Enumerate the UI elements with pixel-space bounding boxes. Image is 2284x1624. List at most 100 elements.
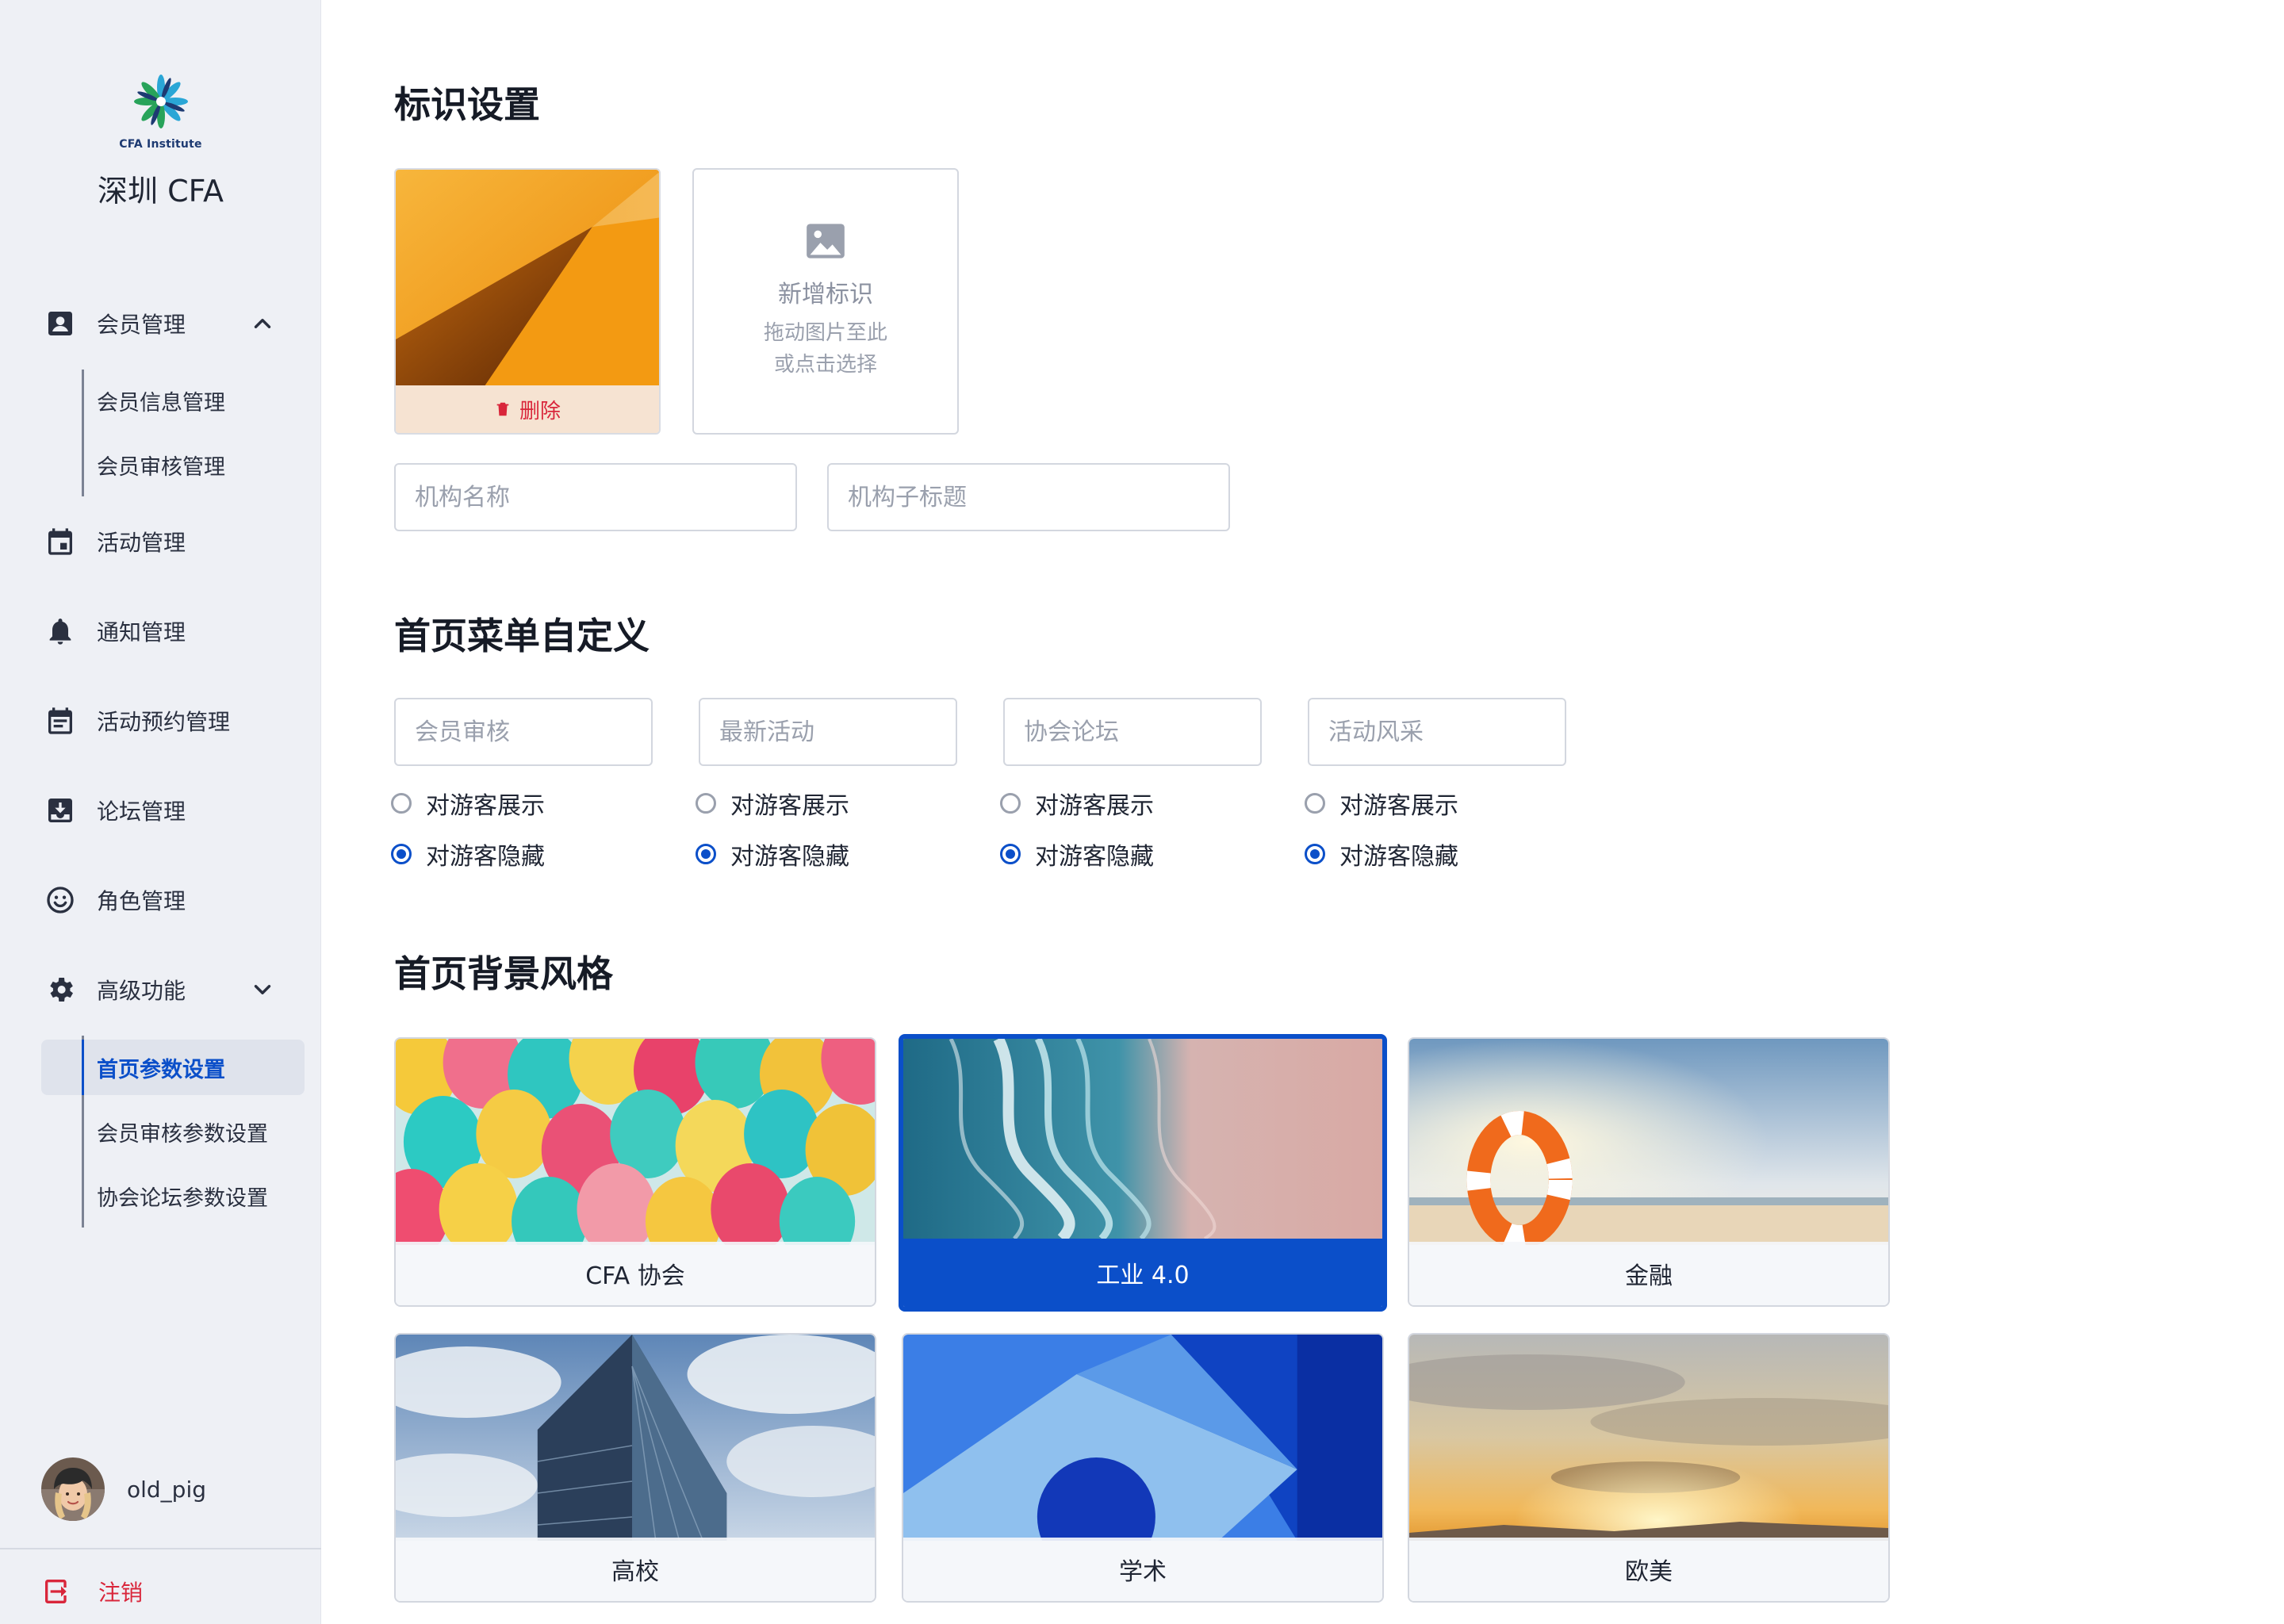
bg-style-card[interactable]: 学术 bbox=[902, 1333, 1384, 1603]
active-indicator bbox=[82, 1040, 84, 1095]
logout-button[interactable]: 注销 bbox=[41, 1572, 143, 1611]
geometric-blue-image bbox=[903, 1335, 1382, 1541]
delete-label: 删除 bbox=[519, 399, 561, 423]
sidebar: CFA Institute 深圳 CFA 会员管理 会员信息管理 会员审核管理 … bbox=[0, 0, 321, 1624]
bg-style-card[interactable]: CFA 协会 bbox=[394, 1037, 876, 1307]
radio-show-to-guests[interactable]: 对游客展示 bbox=[696, 786, 849, 821]
radio-label: 对游客隐藏 bbox=[1035, 843, 1154, 871]
calendar-icon bbox=[48, 528, 72, 555]
chevron-up-icon[interactable] bbox=[249, 310, 276, 337]
nav-label: 高级功能 bbox=[97, 978, 186, 1004]
menu-name-input[interactable] bbox=[1003, 698, 1262, 766]
smiley-icon bbox=[47, 887, 74, 914]
sidebar-item-homepage-settings[interactable]: 首页参数设置 bbox=[41, 1040, 305, 1095]
sub-label: 协会论坛参数设置 bbox=[97, 1185, 268, 1211]
logout-label: 注销 bbox=[98, 1580, 144, 1606]
sidebar-item-forum-settings[interactable]: 协会论坛参数设置 bbox=[84, 1168, 305, 1224]
radio-show-to-guests[interactable]: 对游客展示 bbox=[391, 786, 545, 821]
upload-hint-line: 或点击选择 bbox=[773, 353, 877, 377]
radio-label: 对游客展示 bbox=[1339, 792, 1458, 820]
logo-preview: 删除 bbox=[394, 168, 661, 435]
avatar bbox=[41, 1457, 105, 1521]
radio-button[interactable] bbox=[391, 844, 412, 864]
inbox-download-icon bbox=[48, 799, 72, 822]
sub-label: 会员信息管理 bbox=[97, 390, 225, 416]
nav-label: 角色管理 bbox=[97, 888, 186, 914]
menu-name-input[interactable] bbox=[394, 698, 653, 766]
cfa-logo-icon bbox=[133, 75, 188, 128]
sidebar-item-member-review[interactable]: 会员审核管理 bbox=[84, 437, 305, 492]
bg-style-label: CFA 协会 bbox=[396, 1242, 875, 1305]
radio-button[interactable] bbox=[1000, 793, 1021, 814]
radio-hide-from-guests[interactable]: 对游客隐藏 bbox=[1305, 837, 1458, 871]
sub-label: 首页参数设置 bbox=[97, 1057, 225, 1082]
chevron-down-icon[interactable] bbox=[249, 976, 276, 1003]
upload-logo-dropzone[interactable]: 新增标识 拖动图片至此 或点击选择 bbox=[692, 168, 959, 435]
radio-label: 对游客展示 bbox=[730, 792, 849, 820]
sub-label: 会员审核管理 bbox=[97, 454, 225, 480]
logout-icon bbox=[45, 1580, 67, 1603]
delete-logo-button[interactable]: 删除 bbox=[396, 385, 659, 433]
nav-role-management[interactable]: 角色管理 bbox=[0, 876, 321, 924]
org-name-input[interactable] bbox=[394, 463, 797, 531]
nav-activity-management[interactable]: 活动管理 bbox=[0, 518, 321, 565]
radio-label: 对游客隐藏 bbox=[730, 843, 849, 871]
bg-style-label: 金融 bbox=[1409, 1242, 1888, 1305]
menu-custom-title: 首页菜单自定义 bbox=[394, 615, 650, 657]
logo-settings-title: 标识设置 bbox=[394, 83, 540, 126]
ocean-image bbox=[903, 1039, 1382, 1239]
trash-icon bbox=[496, 402, 509, 416]
nav-label: 活动管理 bbox=[97, 530, 186, 556]
nav-label: 会员管理 bbox=[97, 312, 186, 338]
radio-show-to-guests[interactable]: 对游客展示 bbox=[1000, 786, 1154, 821]
sub-label: 会员审核参数设置 bbox=[97, 1121, 268, 1147]
radio-button[interactable] bbox=[1305, 844, 1325, 864]
bg-style-card-selected[interactable]: 工业 4.0 bbox=[899, 1034, 1387, 1312]
brand: CFA Institute 深圳 CFA bbox=[0, 70, 321, 210]
bg-style-label: 学术 bbox=[903, 1538, 1382, 1601]
background-style-title: 首页背景风格 bbox=[394, 952, 613, 995]
balloons-image bbox=[396, 1039, 875, 1245]
nav-label: 活动预约管理 bbox=[97, 709, 231, 735]
nav-member-management[interactable]: 会员管理 bbox=[0, 300, 321, 347]
logo-image bbox=[396, 170, 659, 389]
bg-style-label: 工业 4.0 bbox=[903, 1239, 1382, 1307]
beach-buoy-image bbox=[1409, 1039, 1888, 1245]
radio-button[interactable] bbox=[1000, 844, 1021, 864]
nav-label: 论坛管理 bbox=[97, 799, 186, 825]
upload-hint-line: 拖动图片至此 bbox=[763, 321, 887, 345]
gear-icon bbox=[50, 978, 73, 1002]
radio-hide-from-guests[interactable]: 对游客隐藏 bbox=[391, 837, 545, 871]
bg-style-card[interactable]: 欧美 bbox=[1408, 1333, 1890, 1603]
account-box-icon bbox=[48, 312, 72, 335]
nav-notification-management[interactable]: 通知管理 bbox=[0, 607, 321, 655]
radio-hide-from-guests[interactable]: 对游客隐藏 bbox=[1000, 837, 1154, 871]
logo-text: CFA Institute bbox=[119, 138, 202, 151]
radio-label: 对游客展示 bbox=[426, 792, 545, 820]
bg-style-card[interactable]: 金融 bbox=[1408, 1037, 1890, 1307]
radio-label: 对游客展示 bbox=[1035, 792, 1154, 820]
bg-style-label: 高校 bbox=[396, 1538, 875, 1601]
org-subtitle-input[interactable] bbox=[827, 463, 1230, 531]
radio-button[interactable] bbox=[696, 793, 716, 814]
nav-forum-management[interactable]: 论坛管理 bbox=[0, 787, 321, 834]
sidebar-item-member-info[interactable]: 会员信息管理 bbox=[84, 373, 305, 428]
radio-button[interactable] bbox=[391, 793, 412, 814]
radio-button[interactable] bbox=[696, 844, 716, 864]
image-icon bbox=[807, 224, 845, 259]
nav-reservation-management[interactable]: 活动预约管理 bbox=[0, 697, 321, 745]
bg-style-card[interactable]: 高校 bbox=[394, 1333, 876, 1603]
radio-show-to-guests[interactable]: 对游客展示 bbox=[1305, 786, 1458, 821]
menu-name-input[interactable] bbox=[1308, 698, 1566, 766]
nav-label: 通知管理 bbox=[97, 619, 186, 645]
user-profile[interactable]: old_pig bbox=[41, 1457, 206, 1521]
skyscraper-image bbox=[396, 1335, 875, 1541]
nav-advanced-features[interactable]: 高级功能 bbox=[0, 966, 321, 1013]
sidebar-item-review-settings[interactable]: 会员审核参数设置 bbox=[84, 1104, 305, 1159]
upload-title: 新增标识 bbox=[778, 281, 873, 308]
brand-name: 深圳 CFA bbox=[98, 174, 224, 209]
radio-button[interactable] bbox=[1305, 793, 1325, 814]
menu-name-input[interactable] bbox=[699, 698, 957, 766]
radio-hide-from-guests[interactable]: 对游客隐藏 bbox=[696, 837, 849, 871]
upload-hint: 拖动图片至此 或点击选择 bbox=[764, 317, 887, 381]
